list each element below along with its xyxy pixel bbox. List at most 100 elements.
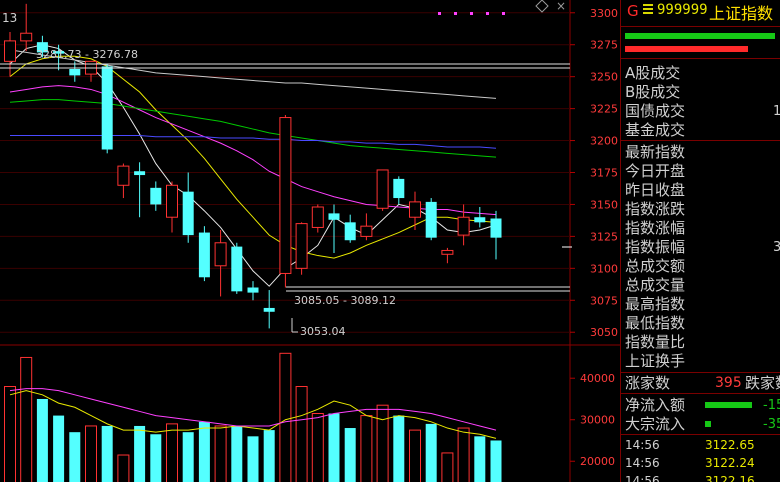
candle-body — [425, 201, 437, 238]
volume-bar — [441, 452, 454, 482]
total-volume-label: 总成交量 — [625, 276, 686, 294]
candle-body — [101, 66, 113, 150]
price-tick-label: 3300 — [590, 7, 618, 20]
b-turnover-label: B股成交 — [625, 83, 681, 101]
volume-bar — [344, 428, 356, 482]
price-tick-label: 3075 — [590, 294, 618, 307]
close-icon[interactable]: × — [556, 0, 566, 13]
candle-body — [69, 69, 81, 76]
candle-body — [344, 222, 356, 241]
candle-body — [409, 201, 421, 218]
volume-bar — [36, 398, 48, 482]
quote-panel: G 999999 上证指数 A股成交 B股成交 国债成交 1 基金成交 最新指数… — [620, 0, 780, 482]
menu-icon[interactable] — [643, 4, 653, 16]
price-tick-label: 3050 — [590, 326, 618, 339]
block-inflow-label: 大宗流入 — [625, 415, 686, 433]
tick-time: 14:56 — [625, 438, 660, 452]
volume-bar — [166, 423, 178, 482]
volume-bar — [247, 436, 259, 482]
separator — [621, 140, 780, 141]
volume-bar — [85, 425, 97, 482]
volume-bar — [198, 421, 210, 482]
stock-name: 上证指数 — [709, 4, 774, 23]
latest-label: 最新指数 — [625, 143, 686, 161]
candle-body — [263, 307, 275, 312]
up-count-label: 涨家数 — [625, 374, 671, 392]
volume-bar — [69, 432, 81, 482]
volume-bar — [409, 429, 421, 482]
volume-bar — [182, 432, 194, 482]
volume-bar — [376, 404, 389, 482]
candle-body — [376, 169, 389, 209]
market-code: G — [627, 2, 639, 20]
price-tick-label: 3175 — [590, 167, 618, 180]
candle-body — [198, 232, 210, 278]
volume-bar — [231, 425, 243, 482]
low-point-label: 3053.04 — [300, 325, 346, 338]
price-tick-label: 3275 — [590, 39, 618, 52]
change-label: 指数涨跌 — [625, 200, 686, 218]
volume-tick-label: 40000 — [580, 372, 615, 385]
volume-bar — [20, 356, 33, 482]
candle-body — [328, 213, 340, 220]
volume-bar — [457, 427, 470, 482]
volume-bar — [134, 425, 146, 482]
block-inflow-bar — [705, 421, 711, 427]
candle-body — [117, 165, 130, 186]
volume-tick-label: 30000 — [580, 414, 615, 427]
volume-bar — [4, 386, 16, 482]
candle-body — [393, 178, 405, 199]
tick-time: 14:56 — [625, 474, 660, 482]
volume-bar — [328, 413, 340, 482]
fund-turnover-label: 基金成交 — [625, 121, 686, 139]
tick-price: 3122.16 — [705, 474, 755, 482]
candle-body — [457, 216, 470, 236]
price-tick-label: 3250 — [590, 71, 618, 84]
a-turnover-label: A股成交 — [625, 64, 681, 82]
volume-bar — [101, 425, 113, 482]
quote-header: G 999999 上证指数 — [621, 0, 780, 27]
candle-body — [231, 246, 243, 292]
top-left-label: 13 — [2, 11, 17, 25]
down-count-label: 跌家数 — [745, 374, 780, 392]
volume-bar — [393, 415, 405, 482]
candle-body — [295, 223, 308, 269]
volume-bar — [490, 440, 502, 482]
separator — [621, 393, 780, 394]
candle-body — [150, 187, 162, 205]
candle-body — [360, 225, 373, 237]
net-inflow-value: -15 — [763, 398, 780, 413]
candle-body — [279, 117, 292, 274]
volume-bar — [311, 413, 324, 482]
volume-bar — [214, 425, 227, 482]
volume-bar — [295, 386, 308, 482]
volume-tick-label: 20000 — [580, 455, 615, 468]
candle-body — [20, 32, 33, 42]
kline-chart[interactable]: 3300 3275 3250 3225 3200 3175 3150 3125 3100 3075… — [0, 0, 620, 482]
bond-turnover-value: 1 — [773, 104, 780, 119]
volume-bar — [263, 430, 275, 482]
candle-body — [490, 218, 502, 238]
amplitude-value: 3 — [773, 240, 780, 255]
separator — [621, 372, 780, 373]
candle-body — [182, 191, 194, 236]
volume-bar — [279, 352, 292, 482]
high-range-label: 3281.73 - 3276.78 — [36, 48, 138, 61]
candle-body — [166, 184, 178, 218]
candle-body — [311, 206, 324, 228]
prev-close-label: 昨日收盘 — [625, 181, 686, 199]
open-label: 今日开盘 — [625, 162, 686, 180]
candle-body — [474, 217, 486, 223]
separator — [621, 58, 780, 59]
block-inflow-value: -35 — [763, 417, 780, 432]
total-amount-label: 总成交额 — [625, 257, 686, 275]
amplitude-label: 指数振幅 — [625, 238, 686, 256]
volume-bar — [425, 423, 437, 482]
price-tick-label: 3150 — [590, 198, 618, 211]
net-inflow-label: 净流入额 — [625, 396, 686, 414]
up-count-value: 395 — [715, 375, 742, 391]
tick-price: 3122.65 — [705, 438, 755, 452]
tick-time: 14:56 — [625, 456, 660, 470]
price-tick-label: 3100 — [590, 262, 618, 275]
volume-ratio-label: 指数量比 — [625, 333, 686, 351]
